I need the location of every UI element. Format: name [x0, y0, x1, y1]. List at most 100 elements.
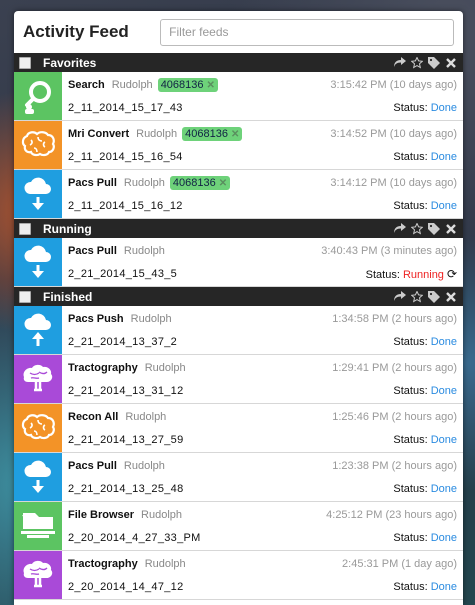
feed-item-time: 1:34:58 PM (2 hours ago)	[332, 313, 457, 325]
section-header-favorites: Favorites	[14, 53, 463, 72]
share-icon[interactable]	[393, 290, 406, 303]
share-icon[interactable]	[393, 56, 406, 69]
tag-icon[interactable]	[427, 222, 440, 235]
feed-item-name[interactable]: Search	[68, 79, 105, 91]
brain-icon	[14, 121, 62, 169]
feed-item[interactable]: Pacs Push Rudolph 1:34:58 PM (2 hours ag…	[14, 306, 463, 355]
section-header-running: Running	[14, 219, 463, 238]
status-label: Status:	[393, 483, 428, 495]
status-value: Done	[430, 483, 457, 495]
status-value: Done	[430, 581, 457, 593]
status-label: Status:	[393, 200, 428, 212]
tag-label: 4068136	[185, 128, 228, 140]
status-label: Status:	[393, 581, 428, 593]
feed-item-dataset: 2_11_2014_15_16_54	[68, 151, 183, 163]
feed-item-tag[interactable]: 4068136 ✕	[169, 176, 231, 190]
close-icon[interactable]	[444, 56, 457, 69]
feed-item[interactable]: Tractography Rudolph 1:29:41 PM (2 hours…	[14, 355, 463, 404]
section-title: Running	[43, 221, 92, 236]
feed-list: Favorites Search Rudolph 4068136 ✕ 3:15:4…	[14, 53, 463, 600]
activity-feed-panel: Activity Feed Favorites Search Rudolph 4…	[14, 11, 463, 605]
feed-item-name[interactable]: Recon All	[68, 411, 118, 423]
feed-item-dataset: 2_21_2014_15_43_5	[68, 268, 178, 280]
feed-item[interactable]: Pacs Pull Rudolph 4068136 ✕ 3:14:12 PM (1…	[14, 170, 463, 219]
feed-item-name[interactable]: Pacs Pull	[68, 177, 117, 189]
tag-icon[interactable]	[427, 56, 440, 69]
feed-item-status: Status: Done	[393, 581, 457, 593]
feed-item-name[interactable]: File Browser	[68, 509, 134, 521]
feed-item-name[interactable]: Mri Convert	[68, 128, 129, 140]
feed-item-name[interactable]: Pacs Pull	[68, 245, 117, 257]
section-select-checkbox[interactable]	[19, 222, 31, 235]
feed-item-status: Status: Done	[393, 102, 457, 114]
feed-item-dataset: 2_21_2014_13_37_2	[68, 336, 178, 348]
feed-item-user: Rudolph	[141, 509, 183, 521]
feed-item-status: Status: Done	[393, 532, 457, 544]
feed-item-dataset: 2_20_2014_4_27_33_PM	[68, 532, 201, 544]
feed-item-dataset: 2_21_2014_13_31_12	[68, 385, 184, 397]
star-icon[interactable]	[410, 222, 423, 235]
feed-item-name[interactable]: Pacs Push	[68, 313, 124, 325]
close-icon[interactable]	[444, 290, 457, 303]
feed-item-body: Pacs Pull Rudolph 1:23:38 PM (2 hours ag…	[62, 453, 463, 501]
tag-icon[interactable]	[427, 290, 440, 303]
feed-item-name[interactable]: Tractography	[68, 362, 138, 374]
feed-item-dataset: 2_20_2014_14_47_12	[68, 581, 184, 593]
feed-item[interactable]: Mri Convert Rudolph 4068136 ✕ 3:14:52 PM …	[14, 121, 463, 170]
feed-item-body: Pacs Push Rudolph 1:34:58 PM (2 hours ag…	[62, 306, 463, 354]
status-label: Status:	[365, 269, 400, 281]
cloud-upload-icon	[14, 306, 62, 354]
feed-item-name[interactable]: Pacs Pull	[68, 460, 117, 472]
feed-item-body: Mri Convert Rudolph 4068136 ✕ 3:14:52 PM …	[62, 121, 463, 169]
feed-item-time: 1:25:46 PM (2 hours ago)	[332, 411, 457, 423]
star-icon[interactable]	[410, 56, 423, 69]
section-header-finished: Finished	[14, 287, 463, 306]
feed-item-time: 3:14:12 PM (10 days ago)	[330, 177, 457, 189]
section-title: Finished	[43, 289, 93, 304]
section-select-checkbox[interactable]	[19, 290, 31, 303]
feed-item-time: 3:15:42 PM (10 days ago)	[330, 79, 457, 91]
status-value: Running	[402, 269, 444, 281]
feed-item-time: 1:23:38 PM (2 hours ago)	[332, 460, 457, 472]
feed-item[interactable]: Pacs Pull Rudolph 1:23:38 PM (2 hours ag…	[14, 453, 463, 502]
feed-item-user: Rudolph	[144, 558, 186, 570]
filter-feeds-input[interactable]	[160, 18, 454, 46]
status-label: Status:	[393, 102, 428, 114]
folder-icon	[14, 502, 62, 550]
feed-item[interactable]: Search Rudolph 4068136 ✕ 3:15:42 PM (10 d…	[14, 72, 463, 121]
feed-item-body: Pacs Pull Rudolph 3:40:43 PM (3 minutes …	[62, 238, 463, 286]
feed-item[interactable]: File Browser Rudolph 4:25:12 PM (23 hour…	[14, 502, 463, 551]
tag-label: 4068136	[160, 79, 204, 91]
refresh-icon[interactable]: ⟳	[447, 267, 457, 281]
feed-item-user: Rudolph	[123, 177, 165, 189]
feed-item-user: Rudolph	[130, 313, 172, 325]
feed-item-tag[interactable]: 4068136 ✕	[182, 127, 243, 141]
remove-tag-icon[interactable]: ✕	[207, 80, 215, 91]
feed-item-name[interactable]: Tractography	[68, 558, 138, 570]
remove-tag-icon[interactable]: ✕	[219, 178, 227, 189]
section-actions	[393, 290, 457, 303]
tract-brain-icon	[14, 551, 62, 599]
feed-item-time: 3:14:52 PM (10 days ago)	[330, 128, 457, 140]
feed-item-status: Status: Running ⟳	[366, 267, 457, 281]
section-select-checkbox[interactable]	[19, 56, 31, 69]
feed-item-tag[interactable]: 4068136 ✕	[157, 78, 218, 92]
feed-item-user: Rudolph	[136, 128, 178, 140]
feed-item[interactable]: Recon All Rudolph 1:25:46 PM (2 hours ag…	[14, 404, 463, 453]
remove-tag-icon[interactable]: ✕	[231, 129, 239, 140]
feed-item-user: Rudolph	[111, 79, 153, 91]
feed-item-dataset: 2_11_2014_15_16_12	[68, 200, 183, 212]
feed-item[interactable]: Tractography Rudolph 2:45:31 PM (1 day a…	[14, 551, 463, 600]
share-icon[interactable]	[393, 222, 406, 235]
feed-item-status: Status: Done	[393, 151, 457, 163]
section-actions	[393, 56, 457, 69]
feed-item-dataset: 2_11_2014_15_17_43	[68, 102, 183, 114]
close-icon[interactable]	[444, 222, 457, 235]
star-icon[interactable]	[410, 290, 423, 303]
feed-item[interactable]: Pacs Pull Rudolph 3:40:43 PM (3 minutes …	[14, 238, 463, 287]
feed-item-time: 1:29:41 PM (2 hours ago)	[332, 362, 457, 374]
feed-item-user: Rudolph	[144, 362, 186, 374]
feed-item-body: Tractography Rudolph 1:29:41 PM (2 hours…	[62, 355, 463, 403]
status-value: Done	[430, 434, 457, 446]
status-value: Done	[430, 200, 457, 212]
